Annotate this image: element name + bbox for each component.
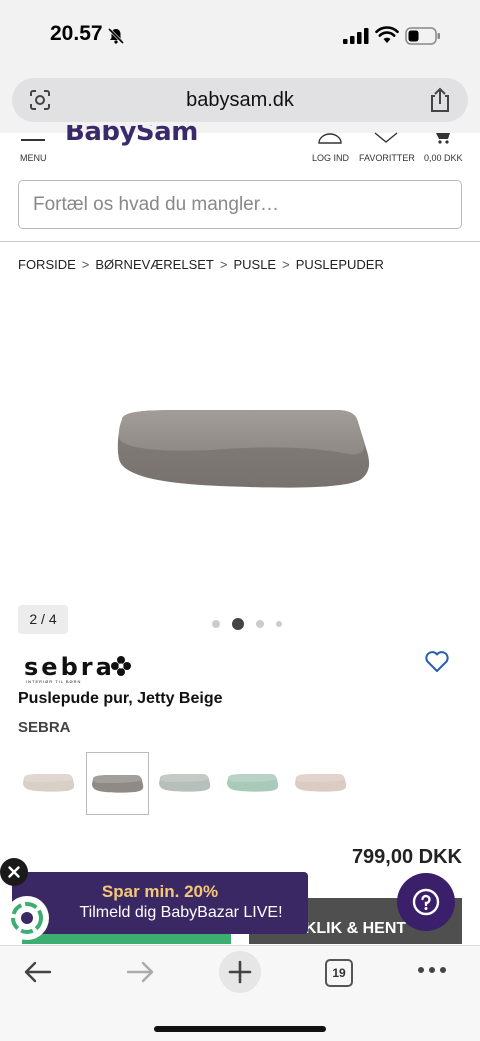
user-icon: [318, 133, 342, 144]
url-text[interactable]: babysam.dk: [12, 89, 468, 112]
product-title: Puslepude pur, Jetty Beige: [18, 690, 223, 707]
breadcrumb-separator: >: [282, 257, 290, 272]
cart-icon: [436, 133, 450, 144]
brand-logo-subtitle: INTERIØR TIL BØRN: [26, 679, 82, 684]
babysam-logo[interactable]: BabySam: [65, 125, 198, 149]
promo-close-button[interactable]: [0, 858, 28, 886]
login-label: LOG IND: [312, 153, 350, 163]
hamburger-icon: [21, 139, 45, 141]
product-image[interactable]: [110, 400, 375, 500]
signal-icon: [343, 28, 369, 44]
status-time: 20.57: [50, 22, 103, 45]
browser-top-bar: babysam.dk: [0, 70, 480, 133]
status-bar: 20.57: [0, 0, 480, 70]
color-variant-swatch[interactable]: [18, 752, 81, 815]
color-variant-swatch[interactable]: [290, 752, 353, 815]
flower-logo-icon: [111, 656, 131, 676]
breadcrumb-link-puslepuder[interactable]: PUSLEPUDER: [296, 257, 384, 272]
breadcrumb-link-room[interactable]: BØRNEVÆRELSET: [95, 257, 213, 272]
promo-banner[interactable]: Spar min. 20% Tilmeld dig BabyBazar LIVE…: [12, 872, 308, 934]
breadcrumb-separator: >: [81, 257, 90, 272]
breadcrumb-link-home[interactable]: FORSIDE: [18, 257, 76, 272]
brand-logo-text: sebra: [24, 653, 115, 681]
new-tab-plus-icon[interactable]: [218, 950, 262, 994]
url-bar[interactable]: babysam.dk: [12, 78, 468, 122]
bell-muted-icon: [107, 27, 125, 45]
help-button[interactable]: [397, 873, 455, 931]
close-icon: [8, 866, 20, 878]
favorite-heart-icon[interactable]: [424, 650, 450, 674]
promo-headline: Spar min. 20%: [101, 882, 219, 901]
search-box[interactable]: [18, 180, 462, 229]
product-brand[interactable]: SEBRA: [18, 719, 71, 736]
sebra-brand-logo[interactable]: sebra INTERIØR TIL BØRN: [24, 653, 144, 685]
home-indicator: [154, 1026, 326, 1032]
gallery-dot-active[interactable]: [232, 618, 244, 630]
site-header: MENU BabySam LOG IND FAVORITTER 0,00 DKK: [0, 125, 480, 173]
gallery-dot[interactable]: [256, 620, 264, 628]
menu-label: MENU: [20, 153, 47, 163]
gallery-dot[interactable]: [212, 620, 220, 628]
babybazar-badge-icon: [5, 896, 49, 940]
color-variant-swatch[interactable]: [86, 752, 149, 815]
promo-subline: Tilmeld dig BabyBazar LIVE!: [79, 904, 283, 921]
tabs-count-button[interactable]: 19: [325, 959, 353, 987]
battery-icon: [405, 27, 440, 45]
gallery-dot[interactable]: [276, 621, 282, 627]
forward-arrow-icon[interactable]: [124, 956, 156, 988]
search-input[interactable]: [19, 181, 461, 228]
product-price: 799,00 DKK: [351, 846, 462, 868]
wifi-icon: [375, 26, 399, 43]
color-variant-swatch[interactable]: [154, 752, 217, 815]
cart-total: 0,00 DKK: [424, 153, 463, 163]
browser-bottom-toolbar: 19: [0, 945, 480, 1041]
color-variant-swatch[interactable]: [222, 752, 285, 815]
breadcrumb: FORSIDE > BØRNEVÆRELSET > PUSLE > PUSLEPUDER: [18, 257, 384, 272]
screen: 20.57 babysam.dk MENU BabySam LOG IND FA…: [0, 0, 480, 1041]
image-counter: 2 / 4: [18, 605, 68, 634]
breadcrumb-separator: >: [219, 257, 228, 272]
more-menu-icon[interactable]: [416, 964, 448, 976]
help-icon: [412, 888, 440, 916]
heart-outline-icon: [374, 132, 398, 143]
share-icon[interactable]: [428, 86, 452, 114]
breadcrumb-link-pusle[interactable]: PUSLE: [233, 257, 276, 272]
favorites-label: FAVORITTER: [359, 153, 415, 163]
back-arrow-icon[interactable]: [22, 956, 54, 988]
color-variants: [18, 752, 358, 816]
header-divider: [0, 241, 480, 242]
